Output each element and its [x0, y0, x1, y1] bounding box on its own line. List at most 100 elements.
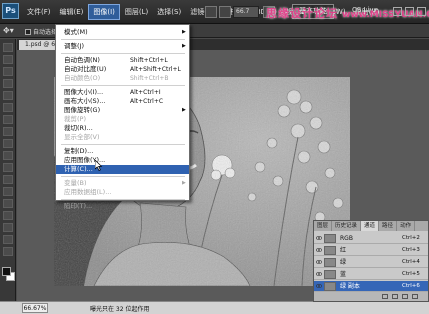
launch-minibridge-icon[interactable]: [219, 6, 231, 18]
quick-select-tool-icon[interactable]: [3, 79, 13, 88]
channel-name: 绿 副本: [340, 283, 360, 290]
channels-panel-footer: [314, 292, 428, 301]
auto-select-checkbox[interactable]: 自动选择: [25, 27, 57, 36]
minimize-button[interactable]: [393, 7, 402, 16]
menu-item-label: 变量(B): [64, 179, 87, 187]
close-button[interactable]: [417, 7, 426, 16]
shape-tool-icon[interactable]: [3, 247, 13, 256]
image-menu-dropdown: 模式(M) ▶ 调整(J) ▶ 自动色调(N) Shift+Ctrl+L 自动对比度(U) A…: [55, 24, 190, 210]
channel-name: RGB: [340, 235, 353, 242]
zoom-percentage-field[interactable]: 66.67%: [22, 303, 48, 313]
menu-0[interactable]: 文件(F): [23, 5, 55, 19]
watermark-cn: 思缘设计论坛: [266, 7, 338, 20]
stamp-tool-icon[interactable]: [3, 139, 13, 148]
menu-item-label: 自动颜色(O): [64, 74, 101, 82]
menu-1[interactable]: 编辑(E): [56, 5, 88, 19]
image-menu-item[interactable]: 自动对比度(U) Alt+Shift+Ctrl+L: [56, 65, 189, 74]
menu-item-shortcut: Shift+Ctrl+L: [130, 57, 168, 64]
blur-tool-icon[interactable]: [3, 187, 13, 196]
image-menu-item[interactable]: 画布大小(S)... Alt+Ctrl+C: [56, 97, 189, 106]
zoom-select[interactable]: 66.7: [233, 6, 259, 18]
panel-tab[interactable]: 历史记录: [332, 221, 362, 231]
history-brush-tool-icon[interactable]: [3, 151, 13, 160]
menu-item-label: 模式(M): [64, 28, 88, 36]
lasso-tool-icon[interactable]: [3, 67, 13, 76]
channel-row[interactable]: 绿 Ctrl+4: [314, 257, 428, 268]
panel-tab[interactable]: 动作: [397, 221, 416, 231]
eye-icon[interactable]: [316, 283, 322, 289]
image-menu-item[interactable]: 图像大小(I)... Alt+Ctrl+I: [56, 88, 189, 97]
image-menu-item[interactable]: 计算(C)...: [56, 165, 189, 174]
image-menu-item[interactable]: 复制(D)...: [56, 147, 189, 156]
image-menu-item[interactable]: 模式(M) ▶: [56, 28, 189, 37]
menu-separator: [61, 199, 185, 200]
marquee-tool-icon[interactable]: [3, 55, 13, 64]
channel-thumbnail: [324, 246, 336, 255]
panel-tab[interactable]: 图层: [314, 221, 333, 231]
menu-item-label: 计算(C)...: [64, 165, 93, 173]
eye-icon[interactable]: [316, 235, 322, 241]
move-tool-icon[interactable]: ✥▾: [3, 26, 19, 36]
healing-tool-icon[interactable]: [3, 115, 13, 124]
channel-shortcut: Ctrl+2: [402, 235, 420, 241]
menu-2[interactable]: 图像(I): [88, 4, 120, 20]
channel-row[interactable]: 绿 副本 Ctrl+6: [314, 281, 428, 292]
menu-item-label: 自动色调(N): [64, 56, 100, 64]
image-menu-item: 显示全部(V): [56, 133, 189, 142]
image-menu-item[interactable]: 裁切(R)...: [56, 124, 189, 133]
menu-item-label: 图像大小(I)...: [64, 88, 104, 96]
channel-shortcut: Ctrl+5: [402, 271, 420, 277]
channel-name: 蓝: [340, 271, 347, 278]
tools-panel: [0, 39, 16, 301]
menu-item-label: 调整(J): [64, 42, 84, 50]
move-tool-icon[interactable]: [3, 43, 13, 52]
channel-name: 绿: [340, 259, 347, 266]
eraser-tool-icon[interactable]: [3, 163, 13, 172]
menu-separator: [61, 39, 185, 40]
panel-tab[interactable]: 通道: [361, 221, 380, 231]
maximize-button[interactable]: [405, 7, 414, 16]
menu-item-label: 显示全部(V): [64, 133, 100, 141]
eye-icon[interactable]: [316, 247, 322, 253]
launch-bridge-icon[interactable]: [205, 6, 217, 18]
eye-icon[interactable]: [316, 271, 322, 277]
watermark-url: www.MISSYUAN.COM: [342, 10, 429, 20]
new-channel-icon[interactable]: [402, 294, 408, 299]
menu-separator: [61, 176, 185, 177]
pen-tool-icon[interactable]: [3, 211, 13, 220]
image-menu-item[interactable]: 自动色调(N) Shift+Ctrl+L: [56, 56, 189, 65]
channel-shortcut: Ctrl+3: [402, 247, 420, 253]
trash-icon[interactable]: [412, 294, 418, 299]
photoshop-logo: Ps: [2, 3, 19, 19]
checkbox-box[interactable]: [25, 28, 31, 35]
channel-row[interactable]: 红 Ctrl+3: [314, 245, 428, 256]
panel-tab[interactable]: 路径: [379, 221, 398, 231]
save-selection-icon[interactable]: [392, 294, 398, 299]
menu-item-shortcut: Shift+Ctrl+B: [130, 75, 169, 82]
channel-row[interactable]: RGB Ctrl+2: [314, 233, 428, 244]
load-selection-icon[interactable]: [382, 294, 388, 299]
mouse-cursor-icon: [95, 160, 103, 171]
gradient-tool-icon[interactable]: [3, 175, 13, 184]
menu-bar: Ps 文件(F)编辑(E)图像(I)图层(L)选择(S)滤镜(T)分析(A)3D…: [0, 0, 429, 24]
type-tool-icon[interactable]: [3, 223, 13, 232]
status-info: 曝光只在 32 位起作用: [90, 306, 150, 313]
channel-shortcut: Ctrl+6: [402, 283, 420, 289]
path-select-tool-icon[interactable]: [3, 235, 13, 244]
menu-3[interactable]: 图层(L): [121, 5, 152, 19]
channel-thumbnail: [324, 282, 336, 291]
brush-tool-icon[interactable]: [3, 127, 13, 136]
eyedropper-tool-icon[interactable]: [3, 103, 13, 112]
menu-4[interactable]: 选择(S): [153, 5, 185, 19]
image-menu-item: 变量(B) ▶: [56, 179, 189, 188]
channel-row[interactable]: 蓝 Ctrl+5: [314, 269, 428, 280]
channel-name: 红: [340, 247, 347, 254]
image-menu-item[interactable]: 调整(J) ▶: [56, 42, 189, 51]
channels-panel-tabs: 图层 历史记录 通道 路径 动作: [314, 221, 428, 231]
image-menu-item[interactable]: 应用图像(Y)...: [56, 156, 189, 165]
foreground-color-swatch[interactable]: [2, 267, 11, 276]
crop-tool-icon[interactable]: [3, 91, 13, 100]
eye-icon[interactable]: [316, 259, 322, 265]
dodge-tool-icon[interactable]: [3, 199, 13, 208]
image-menu-item[interactable]: 图像旋转(G) ▶: [56, 106, 189, 115]
